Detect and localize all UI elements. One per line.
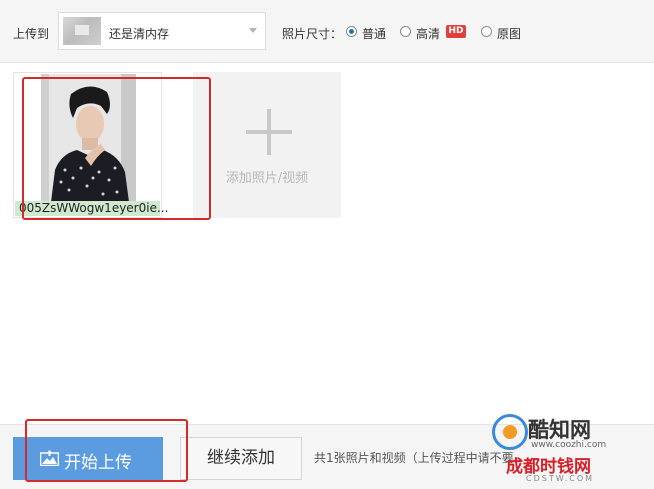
continue-add-button[interactable]: 继续添加 [180,437,302,480]
size-option-hd-label[interactable]: 高清 [416,25,440,42]
upload-summary-text: 共1张照片和视频（上传过程中请不要关闭页面） [314,451,514,465]
annotation-highlight-upload-item [22,77,211,220]
album-cover-thumbnail [63,17,101,45]
upload-to-label: 上传到 [13,27,50,41]
add-photo-video-label: 添加照片/视频 [225,171,309,186]
size-option-normal-label[interactable]: 普通 [362,25,386,42]
radio-size-original[interactable] [481,26,492,37]
watermark-logo-icon [492,414,528,450]
hd-badge: HD [446,25,466,38]
radio-size-hd[interactable] [400,26,411,37]
plus-icon-vertical [267,109,271,155]
chevron-down-icon [249,28,257,33]
add-photo-video-button[interactable]: 添加照片/视频 [193,72,341,218]
watermark-url: www.coozhi.com [531,440,607,450]
album-select[interactable]: 还是清内存 [58,12,266,50]
album-select-value: 还是清内存 [109,27,170,41]
photo-size-label: 照片尺寸： [282,27,343,41]
size-option-original-label[interactable]: 原图 [497,25,521,42]
annotation-highlight-start-button [25,419,188,482]
radio-size-normal[interactable] [346,26,357,37]
watermark-site-url: CDSTW.COM [526,474,595,483]
